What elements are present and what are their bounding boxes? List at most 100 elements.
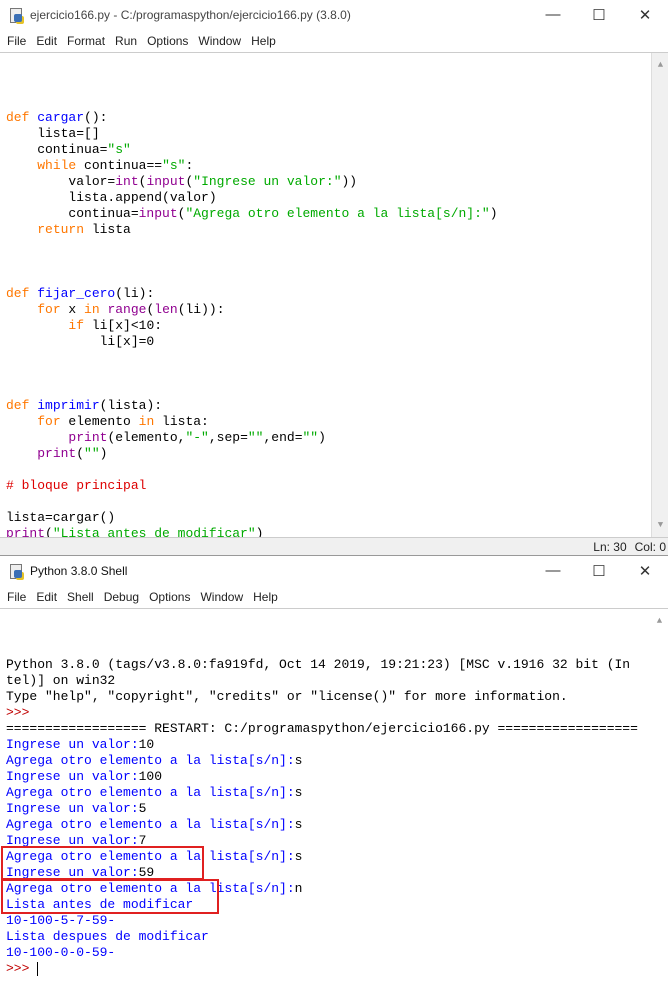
shell-title-bar: Python 3.8.0 Shell — ☐ ✕ bbox=[0, 556, 668, 586]
menu-run[interactable]: Run bbox=[110, 34, 142, 48]
shell-line: >>> bbox=[0, 961, 668, 977]
shell-line: Ingrese un valor:5 bbox=[0, 801, 668, 817]
editor-menu-bar: File Edit Format Run Options Window Help bbox=[0, 30, 668, 52]
shell-line: tel)] on win32 bbox=[0, 673, 668, 689]
token: 10 bbox=[138, 737, 155, 752]
shell-title: Python 3.8.0 Shell bbox=[30, 564, 128, 578]
code-line: continua="s" bbox=[0, 142, 668, 158]
token: def bbox=[6, 398, 30, 413]
menu-window[interactable]: Window bbox=[193, 34, 246, 48]
editor-title-bar: ejercicio166.py - C:/programaspython/eje… bbox=[0, 0, 668, 30]
scroll-down-icon[interactable]: ▼ bbox=[652, 517, 668, 533]
shell-line: 10-100-5-7-59- bbox=[0, 913, 668, 929]
scroll-up-icon[interactable]: ▲ bbox=[651, 613, 668, 629]
token: return bbox=[37, 222, 85, 237]
token: x bbox=[60, 302, 85, 317]
column-number: Col: 0 bbox=[634, 539, 666, 554]
shell-line: ================== RESTART: C:/programas… bbox=[0, 721, 668, 737]
menu-file[interactable]: File bbox=[2, 590, 31, 604]
token: s bbox=[294, 753, 303, 768]
shell-window: Python 3.8.0 Shell — ☐ ✕ File Edit Shell De… bbox=[0, 555, 668, 988]
menu-debug[interactable]: Debug bbox=[99, 590, 144, 604]
code-line: def imprimir(lista): bbox=[0, 398, 668, 414]
token: ) bbox=[99, 446, 108, 461]
token: if bbox=[68, 318, 85, 333]
token: "Ingrese un valor:" bbox=[193, 174, 342, 189]
menu-shell[interactable]: Shell bbox=[62, 590, 99, 604]
code-line: def fijar_cero(li): bbox=[0, 286, 668, 302]
token: "s" bbox=[162, 158, 186, 173]
menu-window[interactable]: Window bbox=[195, 590, 248, 604]
token: tel)] on win32 bbox=[6, 673, 116, 688]
minimize-button[interactable]: — bbox=[530, 6, 576, 24]
token: >>> bbox=[6, 961, 38, 976]
token: lista bbox=[84, 222, 131, 237]
code-line: lista=cargar() bbox=[0, 510, 668, 526]
shell-line: Type "help", "copyright", "credits" or "… bbox=[0, 689, 668, 705]
menu-file[interactable]: File bbox=[2, 34, 31, 48]
editor-scrollbar[interactable]: ▲ ▼ bbox=[651, 53, 668, 537]
token: fijar_cero bbox=[37, 286, 116, 301]
shell-line: 10-100-0-0-59- bbox=[0, 945, 668, 961]
menu-format[interactable]: Format bbox=[62, 34, 110, 48]
token: (elemento, bbox=[107, 430, 186, 445]
idle-file-icon bbox=[8, 7, 24, 23]
shell-scrollbar[interactable]: ▲ bbox=[651, 609, 668, 988]
code-line: valor=int(input("Ingrese un valor:")) bbox=[0, 174, 668, 190]
token: def bbox=[6, 110, 30, 125]
code-line: for elemento in lista: bbox=[0, 414, 668, 430]
menu-edit[interactable]: Edit bbox=[31, 590, 62, 604]
code-line: def cargar(): bbox=[0, 110, 668, 126]
scroll-up-icon[interactable]: ▲ bbox=[652, 57, 668, 73]
token: ( bbox=[76, 446, 85, 461]
token: len bbox=[154, 302, 178, 317]
token: ) bbox=[489, 206, 498, 221]
shell-line: Ingrese un valor:100 bbox=[0, 769, 668, 785]
token: li[x]<10: bbox=[84, 318, 163, 333]
code-editor[interactable]: ▲ ▼ def cargar(): lista=[] continua="s" w… bbox=[0, 52, 668, 537]
line-number: Ln: 30 bbox=[593, 539, 627, 554]
token: Ingrese un valor: bbox=[6, 801, 139, 816]
status-bar: Ln: 30 Col: 0 bbox=[0, 537, 668, 555]
shell-line: Agrega otro elemento a la lista[s/n]:s bbox=[0, 785, 668, 801]
token: Agrega otro elemento a la lista[s/n]: bbox=[6, 785, 295, 800]
code-line: # bloque principal bbox=[0, 478, 668, 494]
close-button[interactable]: ✕ bbox=[622, 562, 668, 580]
shell-line: Agrega otro elemento a la lista[s/n]:s bbox=[0, 817, 668, 833]
token: "" bbox=[84, 446, 100, 461]
editor-title: ejercicio166.py - C:/programaspython/eje… bbox=[30, 8, 351, 22]
minimize-button[interactable]: — bbox=[530, 562, 576, 580]
close-button[interactable]: ✕ bbox=[622, 6, 668, 24]
token: li[x]=0 bbox=[6, 334, 155, 349]
token: s bbox=[294, 849, 303, 864]
token: in bbox=[138, 414, 155, 429]
menu-edit[interactable]: Edit bbox=[31, 34, 62, 48]
token: : bbox=[185, 158, 194, 173]
menu-help[interactable]: Help bbox=[248, 590, 283, 604]
code-line: return lista bbox=[0, 222, 668, 238]
menu-help[interactable]: Help bbox=[246, 34, 281, 48]
menu-options[interactable]: Options bbox=[144, 590, 195, 604]
token: Agrega otro elemento a la lista[s/n]: bbox=[6, 753, 295, 768]
maximize-button[interactable]: ☐ bbox=[576, 6, 622, 24]
token: lista=cargar() bbox=[6, 510, 116, 525]
token: int bbox=[115, 174, 139, 189]
token: for bbox=[37, 302, 61, 317]
maximize-button[interactable]: ☐ bbox=[576, 562, 622, 580]
shell-output[interactable]: ▲ Python 3.8.0 (tags/v3.8.0:fa919fd, Oct… bbox=[0, 608, 668, 988]
token: 10-100-5-7-59- bbox=[6, 913, 116, 928]
menu-options[interactable]: Options bbox=[142, 34, 193, 48]
token: continua== bbox=[76, 158, 163, 173]
token: elemento bbox=[60, 414, 139, 429]
code-line: if li[x]<10: bbox=[0, 318, 668, 334]
token: print bbox=[37, 446, 77, 461]
